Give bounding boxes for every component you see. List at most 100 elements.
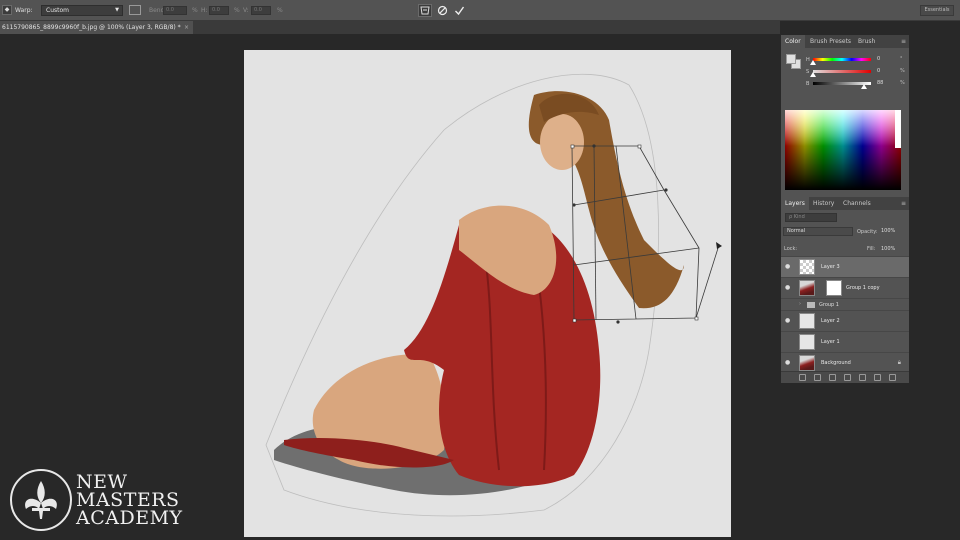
spectrum-white-swatch[interactable] — [895, 110, 901, 148]
cancel-transform-button[interactable] — [436, 4, 449, 17]
color-panel-tabs: Color Brush Presets Brush ≡ — [781, 35, 909, 48]
tab-brush-presets[interactable]: Brush Presets — [806, 35, 855, 48]
slider-thumb[interactable] — [861, 84, 868, 89]
layers-footer — [781, 371, 909, 383]
fill-input[interactable]: 100% — [881, 245, 895, 253]
h-label: H: — [201, 7, 208, 14]
add-mask-icon[interactable] — [829, 374, 836, 381]
document-tab[interactable]: 6115790865_8899c9960f_b.jpg @ 100% (Laye… — [0, 21, 193, 34]
workspace-switcher[interactable]: Essentials — [920, 5, 954, 16]
h-unit: % — [234, 7, 240, 14]
saturation-slider[interactable] — [813, 70, 871, 73]
options-bar: ◆ Warp: Custom ▼ Bend: 0.0 % H: 0.0 % V:… — [0, 0, 960, 21]
face — [540, 114, 584, 170]
adjustment-layer-icon[interactable] — [844, 374, 851, 381]
cancel-icon — [437, 5, 448, 16]
layer-name: Layer 2 — [821, 318, 840, 324]
layers-menu-icon[interactable]: ≡ — [901, 200, 906, 207]
eye-icon[interactable]: ● — [785, 317, 790, 324]
eye-icon[interactable]: ● — [785, 359, 790, 366]
v-unit: % — [277, 7, 283, 14]
saturation-value[interactable]: 0 — [877, 68, 895, 75]
color-spectrum[interactable] — [785, 110, 901, 190]
layer-thumbnail — [799, 334, 815, 350]
chevron-right-icon[interactable]: › — [799, 301, 801, 307]
warp-style-select[interactable]: Custom ▼ — [41, 5, 123, 16]
blend-mode-select[interactable]: Normal — [783, 227, 853, 236]
document-title: 6115790865_8899c9960f_b.jpg @ 100% (Laye… — [2, 24, 181, 31]
layer-name: Group 1 copy — [846, 285, 880, 291]
fill-label: Fill: — [867, 246, 876, 252]
v-label: V: — [243, 7, 249, 14]
layer-name: Layer 1 — [821, 339, 840, 345]
folder-icon — [807, 302, 815, 308]
new-group-icon[interactable] — [859, 374, 866, 381]
layer-row-layer-2[interactable]: ● Layer 2 — [781, 310, 909, 331]
tab-history[interactable]: History — [809, 197, 838, 210]
document-canvas[interactable] — [244, 50, 731, 537]
layer-filter-kind[interactable]: ρ Kind — [785, 213, 837, 222]
warp-mode-toggle[interactable] — [418, 4, 432, 17]
canvas-artwork — [265, 73, 722, 517]
tab-brush[interactable]: Brush — [854, 35, 879, 48]
layers-toolbar: ρ Kind Normal Opacity: 100% — [781, 210, 909, 242]
warp-style-value: Custom — [46, 7, 69, 14]
layer-thumbnail — [799, 280, 815, 296]
link-layers-icon[interactable] — [799, 374, 806, 381]
close-icon[interactable]: × — [184, 21, 189, 34]
lock-row: Lock: Fill: 100% — [781, 242, 909, 256]
brightness-label: B — [806, 81, 810, 87]
opacity-input[interactable]: 100% — [881, 227, 895, 235]
logo-emblem — [10, 469, 72, 531]
lock-icon: 🔒︎ — [897, 359, 901, 366]
bend-input[interactable]: 0.0 — [163, 6, 187, 15]
slider-thumb[interactable] — [810, 60, 816, 65]
saturation-unit: % — [900, 68, 905, 74]
new-layer-icon[interactable] — [874, 374, 881, 381]
bend-unit: % — [192, 7, 198, 14]
layers-panel-tabs: Layers History Channels ≡ — [781, 197, 909, 210]
color-panel: H 0 ° S 0 % B 88 % — [781, 48, 909, 190]
new-masters-academy-logo: NEW MASTERS ACADEMY — [10, 469, 190, 531]
layer-row-group-1-copy[interactable]: ● Group 1 copy — [781, 277, 909, 298]
tool-preset-icon[interactable]: ◆ — [2, 5, 12, 15]
layer-mask-thumbnail[interactable] — [826, 280, 842, 296]
warp-label: Warp: — [15, 7, 33, 14]
layer-thumbnail — [799, 355, 815, 371]
hue-unit: ° — [900, 56, 903, 62]
slider-thumb[interactable] — [810, 72, 816, 77]
eye-icon[interactable]: ● — [785, 263, 790, 270]
tab-color[interactable]: Color — [781, 35, 805, 48]
foreground-color-swatch[interactable] — [786, 54, 796, 64]
h-distortion-input[interactable]: 0.0 — [209, 6, 229, 15]
layer-row-group-1[interactable]: › Group 1 — [781, 298, 909, 310]
commit-transform-button[interactable] — [453, 4, 466, 17]
layer-name: Background — [821, 360, 851, 366]
opacity-label: Opacity: — [857, 229, 878, 235]
brightness-value[interactable]: 88 — [877, 80, 895, 87]
hue-slider[interactable] — [813, 58, 871, 61]
logo-line-3: ACADEMY — [76, 507, 183, 529]
layer-row-layer-3[interactable]: ● Layer 3 — [781, 256, 909, 277]
layer-style-icon[interactable] — [814, 374, 821, 381]
tab-channels[interactable]: Channels — [839, 197, 875, 210]
lock-label: Lock: — [784, 246, 798, 252]
chevron-down-icon: ▼ — [115, 7, 119, 13]
fleur-de-lis-icon — [25, 481, 57, 519]
cursor-arrow-icon — [716, 242, 722, 249]
tab-layers[interactable]: Layers — [781, 197, 809, 210]
hue-value[interactable]: 0 — [877, 56, 895, 63]
v-distortion-input[interactable]: 0.0 — [251, 6, 271, 15]
checkmark-icon — [455, 6, 465, 16]
layer-name: Group 1 — [819, 302, 839, 308]
warp-mode-icon — [420, 6, 430, 15]
right-panel-dock: Color Brush Presets Brush ≡ H 0 ° S 0 % … — [781, 35, 909, 383]
brightness-unit: % — [900, 80, 905, 86]
eye-icon[interactable]: ● — [785, 284, 790, 291]
layer-row-background[interactable]: ● Background 🔒︎ — [781, 352, 909, 373]
warp-orientation-icon[interactable] — [129, 5, 141, 15]
layer-row-layer-1[interactable]: Layer 1 — [781, 331, 909, 352]
layer-name: Layer 3 — [821, 264, 840, 270]
trash-icon[interactable] — [889, 374, 896, 381]
panel-menu-icon[interactable]: ≡ — [901, 38, 906, 45]
